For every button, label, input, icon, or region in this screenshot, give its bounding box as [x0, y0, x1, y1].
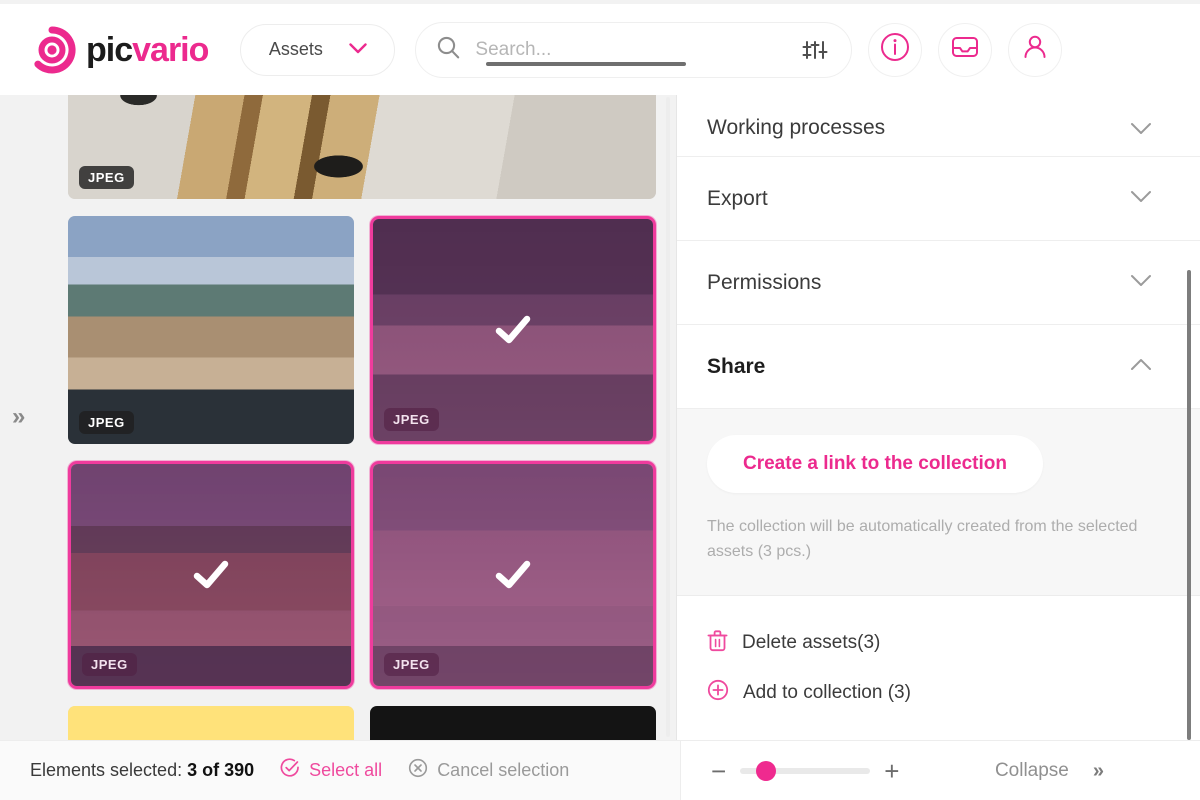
check-circle-icon — [280, 758, 300, 783]
asset-grid-panel: JPEG JPEG JPEG JPEG JPEG — [46, 95, 676, 740]
details-panel-scrollbar[interactable] — [1187, 270, 1191, 740]
chevron-down-icon — [349, 41, 367, 59]
panel-section-label: Share — [707, 354, 766, 378]
add-to-collection-label: Add to collection (3) — [743, 681, 911, 703]
share-section-body: Create a link to the collection The coll… — [677, 409, 1200, 596]
select-all-label: Select all — [309, 760, 383, 780]
info-icon — [879, 31, 911, 68]
asset-thumbnail — [370, 706, 656, 740]
chevron-down-icon — [1130, 122, 1152, 140]
asset-thumbnail — [68, 706, 354, 740]
asset-format-badge: JPEG — [79, 166, 134, 189]
asset-thumbnail — [68, 216, 354, 444]
zoom-slider[interactable] — [740, 760, 871, 781]
search-bar[interactable]: Search... — [415, 21, 853, 78]
asset-grid-scrollbar[interactable] — [666, 97, 670, 737]
double-chevron-right-icon: » — [1092, 759, 1104, 782]
panel-section-label: Permissions — [707, 270, 822, 294]
asset-format-badge: JPEG — [384, 408, 439, 431]
panel-section-permissions[interactable]: Permissions — [677, 241, 1200, 325]
selected-check-icon — [193, 560, 229, 589]
asset-format-badge: JPEG — [384, 653, 439, 676]
info-button[interactable] — [868, 22, 923, 77]
asset-tile[interactable]: JPEG — [68, 95, 656, 199]
zoom-out-button[interactable]: − — [711, 758, 726, 784]
cancel-selection-button[interactable]: Cancel selection — [408, 758, 569, 783]
asset-tile-selected[interactable]: JPEG — [370, 461, 656, 689]
asset-grid-row: JPEG JPEG — [68, 461, 656, 689]
inbox-icon — [949, 31, 981, 68]
delete-assets-label: Delete assets(3) — [742, 631, 881, 653]
brand-logo-text: picvario — [86, 30, 209, 69]
selection-status-prefix: Elements selected: — [30, 760, 183, 780]
asset-format-badge: JPEG — [82, 653, 137, 676]
asset-tile-selected[interactable]: JPEG — [370, 216, 656, 444]
selected-check-icon — [495, 560, 531, 589]
user-account-button[interactable] — [1008, 22, 1063, 77]
picvario-app-window: picvario Assets Search... » JPEG JPEG JP… — [0, 0, 1200, 800]
collapse-label: Collapse — [994, 759, 1069, 781]
asset-grid-row: JPEG JPEG — [68, 216, 656, 444]
asset-grid: JPEG JPEG JPEG JPEG JPEG — [68, 95, 656, 740]
inbox-button[interactable] — [938, 22, 993, 77]
panel-section-working-processes[interactable]: Working processes — [677, 95, 1200, 157]
zoom-in-button[interactable]: + — [884, 758, 899, 784]
zoom-slider-thumb[interactable] — [756, 760, 777, 781]
brand-text-vario: vario — [132, 30, 209, 69]
asset-tile[interactable]: JPEG — [68, 216, 354, 444]
chevron-up-icon — [1130, 358, 1152, 376]
trash-icon — [707, 629, 728, 657]
chevron-down-icon — [1130, 274, 1152, 292]
add-to-collection-action[interactable]: Add to collection (3) — [707, 668, 1170, 718]
asset-thumbnail — [68, 95, 656, 199]
asset-tile[interactable] — [370, 706, 656, 740]
panel-section-label: Export — [707, 186, 768, 210]
selected-check-icon — [495, 315, 531, 344]
selection-bottom-bar: Elements selected: 3 of 390 Select all C… — [0, 740, 1200, 800]
select-all-button[interactable]: Select all — [280, 758, 382, 783]
selection-status-count: 3 of 390 — [187, 760, 255, 780]
chevron-down-icon — [1130, 190, 1152, 208]
assets-dropdown[interactable]: Assets — [240, 23, 396, 76]
asset-grid-row: JPEG — [68, 95, 656, 199]
user-account-icon — [1019, 31, 1051, 68]
asset-format-badge: JPEG — [79, 411, 134, 434]
asset-grid-row — [68, 706, 656, 740]
app-header: picvario Assets Search... — [0, 4, 1200, 95]
assets-dropdown-label: Assets — [268, 39, 323, 59]
bottom-bar-right-group: − + Collapse » — [680, 740, 1200, 800]
create-collection-link-button[interactable]: Create a link to the collection — [707, 435, 1043, 493]
share-help-text: The collection will be automatically cre… — [707, 518, 1138, 560]
asset-tile[interactable] — [68, 706, 354, 740]
collapse-panel-button[interactable]: Collapse » — [995, 760, 1200, 782]
picvario-target-logo-icon — [28, 25, 76, 74]
x-circle-icon — [408, 758, 428, 783]
selection-status: Elements selected: 3 of 390 — [30, 760, 254, 781]
thumbnail-zoom-control: − + — [681, 758, 899, 784]
plus-circle-icon — [707, 679, 729, 706]
left-sidebar-rail: » — [0, 95, 46, 740]
sliders-icon[interactable] — [801, 36, 829, 64]
panel-section-label: Working processes — [707, 116, 886, 139]
delete-assets-action[interactable]: Delete assets(3) — [707, 618, 1170, 668]
selection-status-group: Elements selected: 3 of 390 Select all C… — [0, 758, 680, 783]
search-input-placeholder[interactable]: Search... — [475, 39, 551, 61]
expand-sidebar-button[interactable]: » — [12, 405, 25, 429]
search-icon — [436, 35, 461, 65]
search-input-caret-underline — [486, 61, 687, 66]
bulk-actions-list: Delete assets(3) Add to collection (3) — [677, 595, 1200, 718]
details-side-panel: Working processes Export Permissions Sha… — [676, 95, 1200, 740]
panel-section-export[interactable]: Export — [677, 157, 1200, 241]
panel-section-share[interactable]: Share — [677, 325, 1200, 409]
brand-logo[interactable]: picvario — [28, 25, 209, 74]
brand-text-pic: pic — [86, 30, 133, 69]
asset-tile-selected[interactable]: JPEG — [68, 461, 354, 689]
main-content-area: » JPEG JPEG JPEG JPEG JPEG Working proce… — [0, 95, 1200, 740]
cancel-selection-label: Cancel selection — [437, 760, 570, 780]
